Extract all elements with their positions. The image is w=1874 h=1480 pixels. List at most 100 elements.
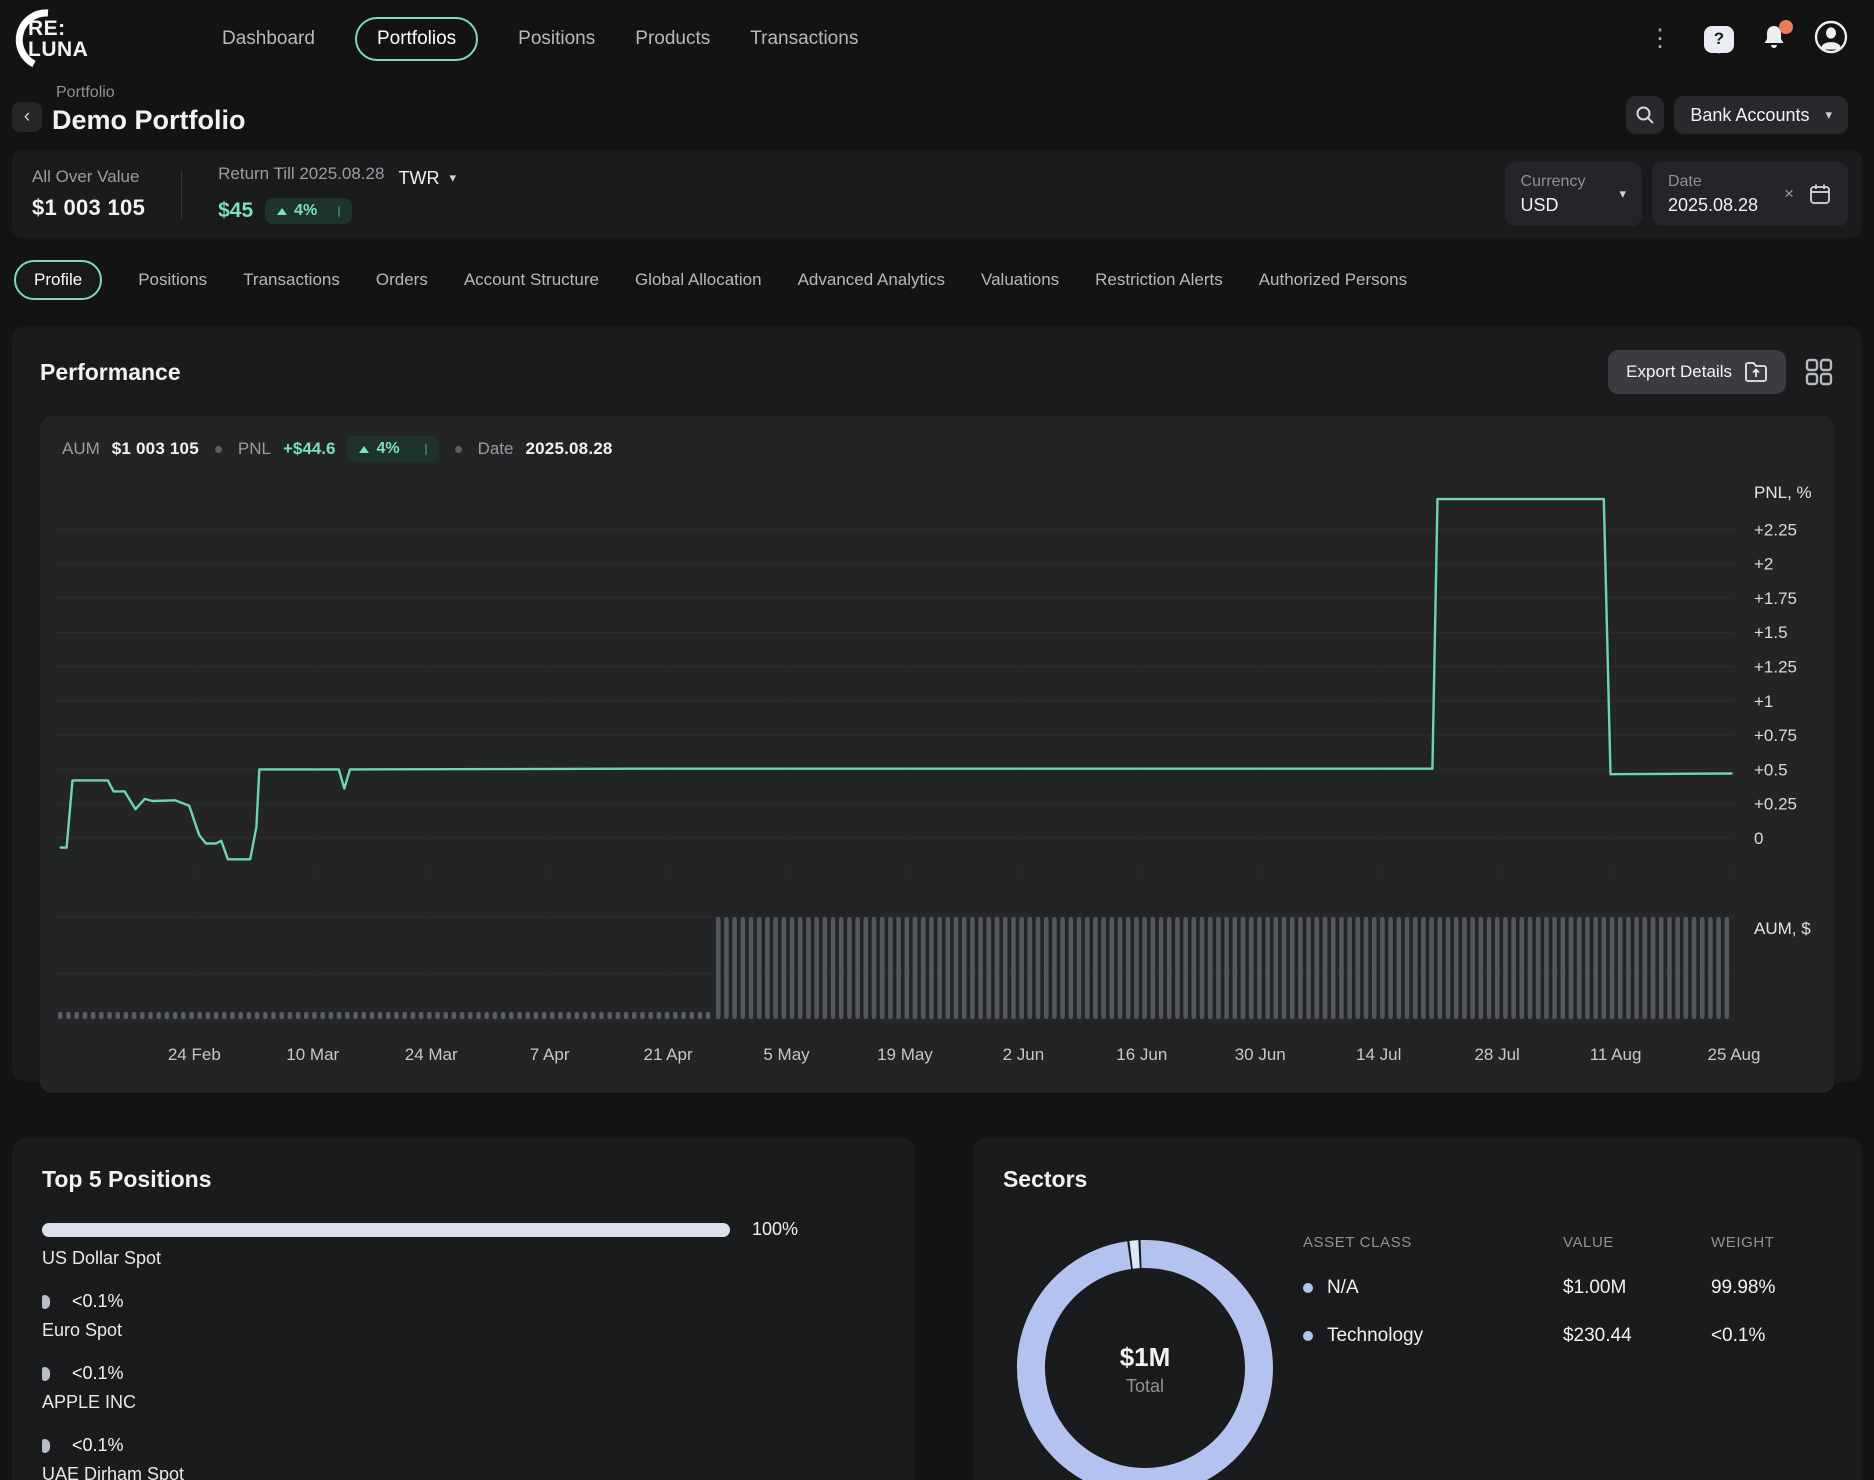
back-button[interactable]: ‹: [12, 102, 42, 132]
tab-valuations[interactable]: Valuations: [981, 270, 1059, 290]
aum-stub-bar: [74, 1012, 79, 1019]
aum-stub-bar: [402, 1012, 407, 1019]
aum-bar: [790, 917, 795, 1019]
date-picker[interactable]: Date 2025.08.28 ×: [1652, 162, 1848, 226]
position-name: US Dollar Spot: [42, 1248, 885, 1269]
help-icon[interactable]: ?: [1704, 26, 1734, 53]
tab-orders[interactable]: Orders: [376, 270, 428, 290]
export-folder-icon: [1744, 361, 1768, 383]
nav-item-dashboard[interactable]: Dashboard: [222, 19, 315, 59]
notifications-bell-icon[interactable]: [1760, 23, 1788, 56]
sector-row: N/A$1.00M99.98%: [1303, 1277, 1833, 1299]
aum-bar: [1684, 917, 1689, 1019]
aum-stub-bar: [230, 1012, 235, 1019]
donut-small-slice: [1131, 1254, 1139, 1255]
aum-stub-bar: [124, 1012, 129, 1019]
aum-bar: [1093, 917, 1098, 1019]
currency-select[interactable]: Currency USD ▾: [1505, 162, 1642, 226]
position-weight-value: <0.1%: [72, 1435, 124, 1456]
aum-bar: [1085, 917, 1090, 1019]
tab-profile[interactable]: Profile: [14, 260, 102, 300]
return-mode-dropdown[interactable]: TWR ▾: [398, 168, 456, 189]
aum-bar: [1339, 917, 1344, 1019]
tab-transactions[interactable]: Transactions: [243, 270, 340, 290]
tab-global-allocation[interactable]: Global Allocation: [635, 270, 762, 290]
aum-bar: [1626, 917, 1631, 1019]
x-axis-label: 30 Jun: [1235, 1045, 1286, 1064]
aum-stub-bar: [517, 1012, 522, 1019]
aum-bar: [1036, 917, 1041, 1019]
aum-bar: [946, 917, 951, 1019]
aum-bar: [1052, 917, 1057, 1019]
widgets-grid-icon[interactable]: [1804, 357, 1834, 387]
aum-bar: [741, 917, 746, 1019]
aum-stub-bar: [484, 1012, 489, 1019]
aum-stub-bar: [534, 1012, 539, 1019]
performance-card: Performance Export Details AUM: [12, 326, 1862, 1082]
aum-stub-bar: [394, 1012, 399, 1019]
aum-bar: [1142, 917, 1147, 1019]
nav-item-portfolios[interactable]: Portfolios: [355, 17, 478, 61]
tab-positions[interactable]: Positions: [138, 270, 207, 290]
aum-stub-bar: [591, 1012, 596, 1019]
aum-stub-bar: [476, 1012, 481, 1019]
aum-stub-bar: [181, 1012, 186, 1019]
aum-bar: [1413, 917, 1418, 1019]
aum-bar: [1643, 917, 1648, 1019]
sector-asset-name: Technology: [1327, 1325, 1423, 1347]
aum-stub-bar: [689, 1012, 694, 1019]
aum-axis-title: AUM, $: [1754, 919, 1811, 938]
legend-date-value: 2025.08.28: [525, 439, 612, 459]
aum-bar: [1708, 917, 1713, 1019]
aum-bar: [1503, 917, 1508, 1019]
tab-advanced-analytics[interactable]: Advanced Analytics: [798, 270, 945, 290]
clear-date-icon[interactable]: ×: [1784, 184, 1794, 204]
top-positions-list: 100%US Dollar Spot<0.1%Euro Spot<0.1%APP…: [42, 1219, 885, 1480]
tab-authorized-persons[interactable]: Authorized Persons: [1259, 270, 1407, 290]
aum-bar: [1716, 917, 1721, 1019]
aum-stub-bar: [681, 1012, 686, 1019]
position-bar-row: 100%: [42, 1219, 885, 1240]
calendar-icon[interactable]: [1808, 182, 1832, 206]
profile-avatar[interactable]: [1814, 20, 1848, 59]
aum-stub-bar: [304, 1012, 309, 1019]
aum-bar: [839, 917, 844, 1019]
nav-item-products[interactable]: Products: [635, 19, 710, 59]
chevron-down-icon: ▾: [1619, 186, 1626, 202]
sectors-card: Sectors $1MTotal ASSET CLASSVALUEWEIGHT …: [973, 1138, 1862, 1480]
nav-item-transactions[interactable]: Transactions: [750, 19, 858, 59]
search-button[interactable]: [1626, 96, 1664, 134]
aum-bar: [1388, 917, 1393, 1019]
position-weight-value: <0.1%: [72, 1363, 124, 1384]
aum-bar: [1216, 917, 1221, 1019]
return-label: Return Till 2025.08.28: [218, 164, 384, 184]
tab-restriction-alerts[interactable]: Restriction Alerts: [1095, 270, 1223, 290]
x-axis-label: 21 Apr: [643, 1045, 692, 1064]
aum-bar: [1552, 917, 1557, 1019]
aum-stub-bar: [353, 1012, 358, 1019]
aum-stub-bar: [468, 1012, 473, 1019]
sector-asset-name: N/A: [1327, 1277, 1359, 1299]
export-details-button[interactable]: Export Details: [1608, 350, 1786, 394]
bank-accounts-dropdown[interactable]: Bank Accounts ▾: [1674, 96, 1848, 134]
nav-item-positions[interactable]: Positions: [518, 19, 595, 59]
aum-stub-bar: [132, 1012, 137, 1019]
tab-account-structure[interactable]: Account Structure: [464, 270, 599, 290]
x-axis-label: 19 May: [877, 1045, 933, 1064]
legend-pnl-value: +$44.6: [283, 439, 335, 459]
aum-bar: [806, 917, 811, 1019]
all-over-value-block: All Over Value $1 003 105: [32, 167, 181, 221]
aum-stub-bar: [599, 1012, 604, 1019]
sector-value-cell: $1.00M: [1563, 1277, 1711, 1299]
aum-bar: [937, 917, 942, 1019]
aum-stub-bar: [550, 1012, 555, 1019]
aum-stub-bar: [460, 1012, 465, 1019]
aum-stub-bar: [443, 1012, 448, 1019]
aum-bar: [1364, 917, 1369, 1019]
x-axis-label: 5 May: [763, 1045, 810, 1064]
aum-bar: [1593, 917, 1598, 1019]
aum-stub-bar: [427, 1012, 432, 1019]
aum-bar: [921, 917, 926, 1019]
aum-bar: [1569, 917, 1574, 1019]
kebab-menu-icon[interactable]: ⋮: [1642, 25, 1678, 53]
